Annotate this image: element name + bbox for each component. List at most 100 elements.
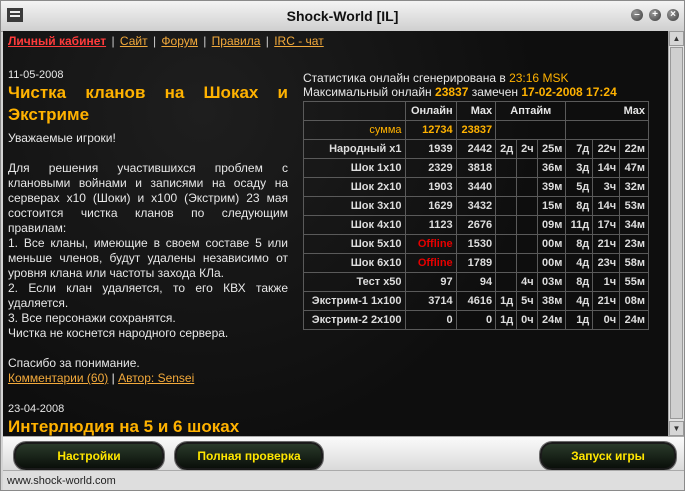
max-uptime-part: 22ч bbox=[592, 139, 621, 159]
max-uptime-part: 7д bbox=[565, 139, 594, 159]
table-row: Шок 2x10 1903 3440 39м 5д 3ч 32м bbox=[303, 177, 649, 197]
nav-forum-link[interactable]: Форум bbox=[161, 34, 197, 48]
uptime-part: 38м bbox=[536, 291, 567, 311]
uptime-part bbox=[495, 177, 518, 197]
comments-link[interactable]: Комментарии (60) bbox=[8, 371, 108, 385]
scroll-thumb[interactable] bbox=[670, 47, 683, 419]
launcher-window: Shock-World [IL] – + × Личный кабинет | … bbox=[0, 0, 685, 491]
uptime-part: 00м bbox=[536, 253, 567, 273]
max-uptime-part: 34м bbox=[619, 215, 649, 235]
empty-cell bbox=[495, 120, 567, 140]
nav-irc-link[interactable]: IRC - чат bbox=[274, 34, 324, 48]
online-count: Offline bbox=[404, 253, 457, 273]
max-uptime-part: 0ч bbox=[592, 310, 621, 330]
sum-label: сумма bbox=[303, 120, 406, 140]
max-uptime-part: 22м bbox=[619, 139, 649, 159]
sum-max: 23837 bbox=[455, 120, 497, 140]
max-uptime-part: 1д bbox=[565, 310, 594, 330]
table-row: Шок 6x10 Offline 1789 00м 4д 23ч 58м bbox=[303, 253, 649, 273]
uptime-part: 39м bbox=[536, 177, 567, 197]
max-uptime-part: 3ч bbox=[592, 177, 621, 197]
close-icon[interactable]: × bbox=[667, 9, 679, 21]
news-paragraph: 2. Если клан удаляется, то его КВХ также… bbox=[8, 281, 288, 310]
server-name: Шок 3x10 bbox=[303, 196, 406, 216]
news-date: 11-05-2008 bbox=[8, 69, 64, 81]
server-name: Экстрим-1 1x100 bbox=[303, 291, 406, 311]
server-name: Шок 4x10 bbox=[303, 215, 406, 235]
max-uptime-part: 8д bbox=[565, 234, 594, 254]
max-count: 1530 bbox=[455, 234, 497, 254]
uptime-part: 1д bbox=[495, 291, 518, 311]
action-bar: Настройки Полная проверка Запуск игры bbox=[3, 436, 684, 471]
uptime-part: 1д bbox=[495, 310, 518, 330]
uptime-part bbox=[495, 158, 518, 178]
top-nav: Личный кабинет | Сайт | Форум | Правила … bbox=[8, 34, 324, 48]
minimize-icon[interactable]: – bbox=[631, 9, 643, 21]
server-name: Народный x1 bbox=[303, 139, 406, 159]
nav-rules-link[interactable]: Правила bbox=[212, 34, 261, 48]
stats-generated-line: Статистика онлайн сгенерирована в 23:16 … bbox=[303, 71, 569, 85]
settings-button[interactable]: Настройки bbox=[14, 442, 164, 470]
uptime-part: 2д bbox=[495, 139, 518, 159]
scroll-down-icon[interactable]: ▼ bbox=[669, 421, 684, 436]
maximize-icon[interactable]: + bbox=[649, 9, 661, 21]
server-name: Шок 2x10 bbox=[303, 177, 406, 197]
uptime-part: 36м bbox=[536, 158, 567, 178]
online-count: 1903 bbox=[404, 177, 457, 197]
nav-cabinet-link[interactable]: Личный кабинет bbox=[8, 34, 106, 48]
max-uptime-part: 23м bbox=[619, 234, 649, 254]
sum-online: 12734 bbox=[404, 120, 457, 140]
table-row: Тест x50 97 94 4ч 03м 8д 1ч 55м bbox=[303, 272, 649, 292]
news-item: 11-05-2008 Чистка кланов на Шоках и Экст… bbox=[8, 69, 288, 386]
news-paragraph: 3. Все персонажи сохранятся. bbox=[8, 311, 176, 325]
online-count: 3714 bbox=[404, 291, 457, 311]
uptime-part: 03м bbox=[536, 272, 567, 292]
uptime-part: 15м bbox=[536, 196, 567, 216]
window-title: Shock-World [IL] bbox=[286, 8, 399, 24]
title-bar[interactable]: Shock-World [IL] – + × bbox=[1, 1, 684, 32]
max-count: 2676 bbox=[455, 215, 497, 235]
header-uptime: Аптайм bbox=[495, 101, 567, 121]
news-title-cont: Экстриме bbox=[8, 105, 90, 124]
uptime-part: 24м bbox=[536, 310, 567, 330]
max-uptime-part: 21ч bbox=[592, 234, 621, 254]
max-count: 3432 bbox=[455, 196, 497, 216]
table-header-row: Онлайн Max Аптайм Max bbox=[303, 101, 649, 121]
vertical-scrollbar[interactable]: ▲ ▼ bbox=[668, 31, 684, 436]
header-max-uptime: Max bbox=[565, 101, 649, 121]
table-row: Шок 5x10 Offline 1530 00м 8д 21ч 23м bbox=[303, 234, 649, 254]
news-date: 23-04-2008 bbox=[8, 403, 65, 415]
uptime-part bbox=[495, 272, 518, 292]
table-row: Экстрим-2 2x100 0 0 1д 0ч 24м 1д 0ч 24м bbox=[303, 310, 649, 330]
online-count: 0 bbox=[404, 310, 457, 330]
nav-site-link[interactable]: Сайт bbox=[120, 34, 148, 48]
news-title: Интерлюдия на 5 и 6 шоках bbox=[8, 417, 240, 436]
max-uptime-part: 24м bbox=[619, 310, 649, 330]
max-uptime-part: 58м bbox=[619, 253, 649, 273]
table-sum-row: сумма 12734 23837 bbox=[303, 120, 649, 140]
launch-game-button[interactable]: Запуск игры bbox=[540, 442, 676, 470]
max-uptime-part: 4д bbox=[565, 291, 594, 311]
max-uptime-part: 23ч bbox=[592, 253, 621, 273]
max-uptime-part: 11д bbox=[565, 215, 594, 235]
max-uptime-part: 14ч bbox=[592, 158, 621, 178]
server-stats-table: Онлайн Max Аптайм Max сумма 12734 23837 Народны… bbox=[303, 101, 649, 330]
max-uptime-part: 55м bbox=[619, 272, 649, 292]
full-check-button[interactable]: Полная проверка bbox=[175, 442, 323, 470]
online-count: 97 bbox=[404, 272, 457, 292]
empty-cell bbox=[303, 101, 406, 121]
max-uptime-part: 8д bbox=[565, 196, 594, 216]
uptime-part: 09м bbox=[536, 215, 567, 235]
uptime-part bbox=[516, 253, 538, 273]
server-name: Шок 1x10 bbox=[303, 158, 406, 178]
max-count: 1789 bbox=[455, 253, 497, 273]
scroll-up-icon[interactable]: ▲ bbox=[669, 31, 684, 46]
online-count: 1123 bbox=[404, 215, 457, 235]
max-uptime-part: 3д bbox=[565, 158, 594, 178]
online-count: 2329 bbox=[404, 158, 457, 178]
header-online: Онлайн bbox=[404, 101, 457, 121]
status-url: www.shock-world.com bbox=[7, 475, 116, 487]
author-link[interactable]: Автор: Sensei bbox=[118, 371, 194, 385]
uptime-part bbox=[495, 215, 518, 235]
news-item: 23-04-2008 Интерлюдия на 5 и 6 шоках bbox=[8, 403, 288, 436]
